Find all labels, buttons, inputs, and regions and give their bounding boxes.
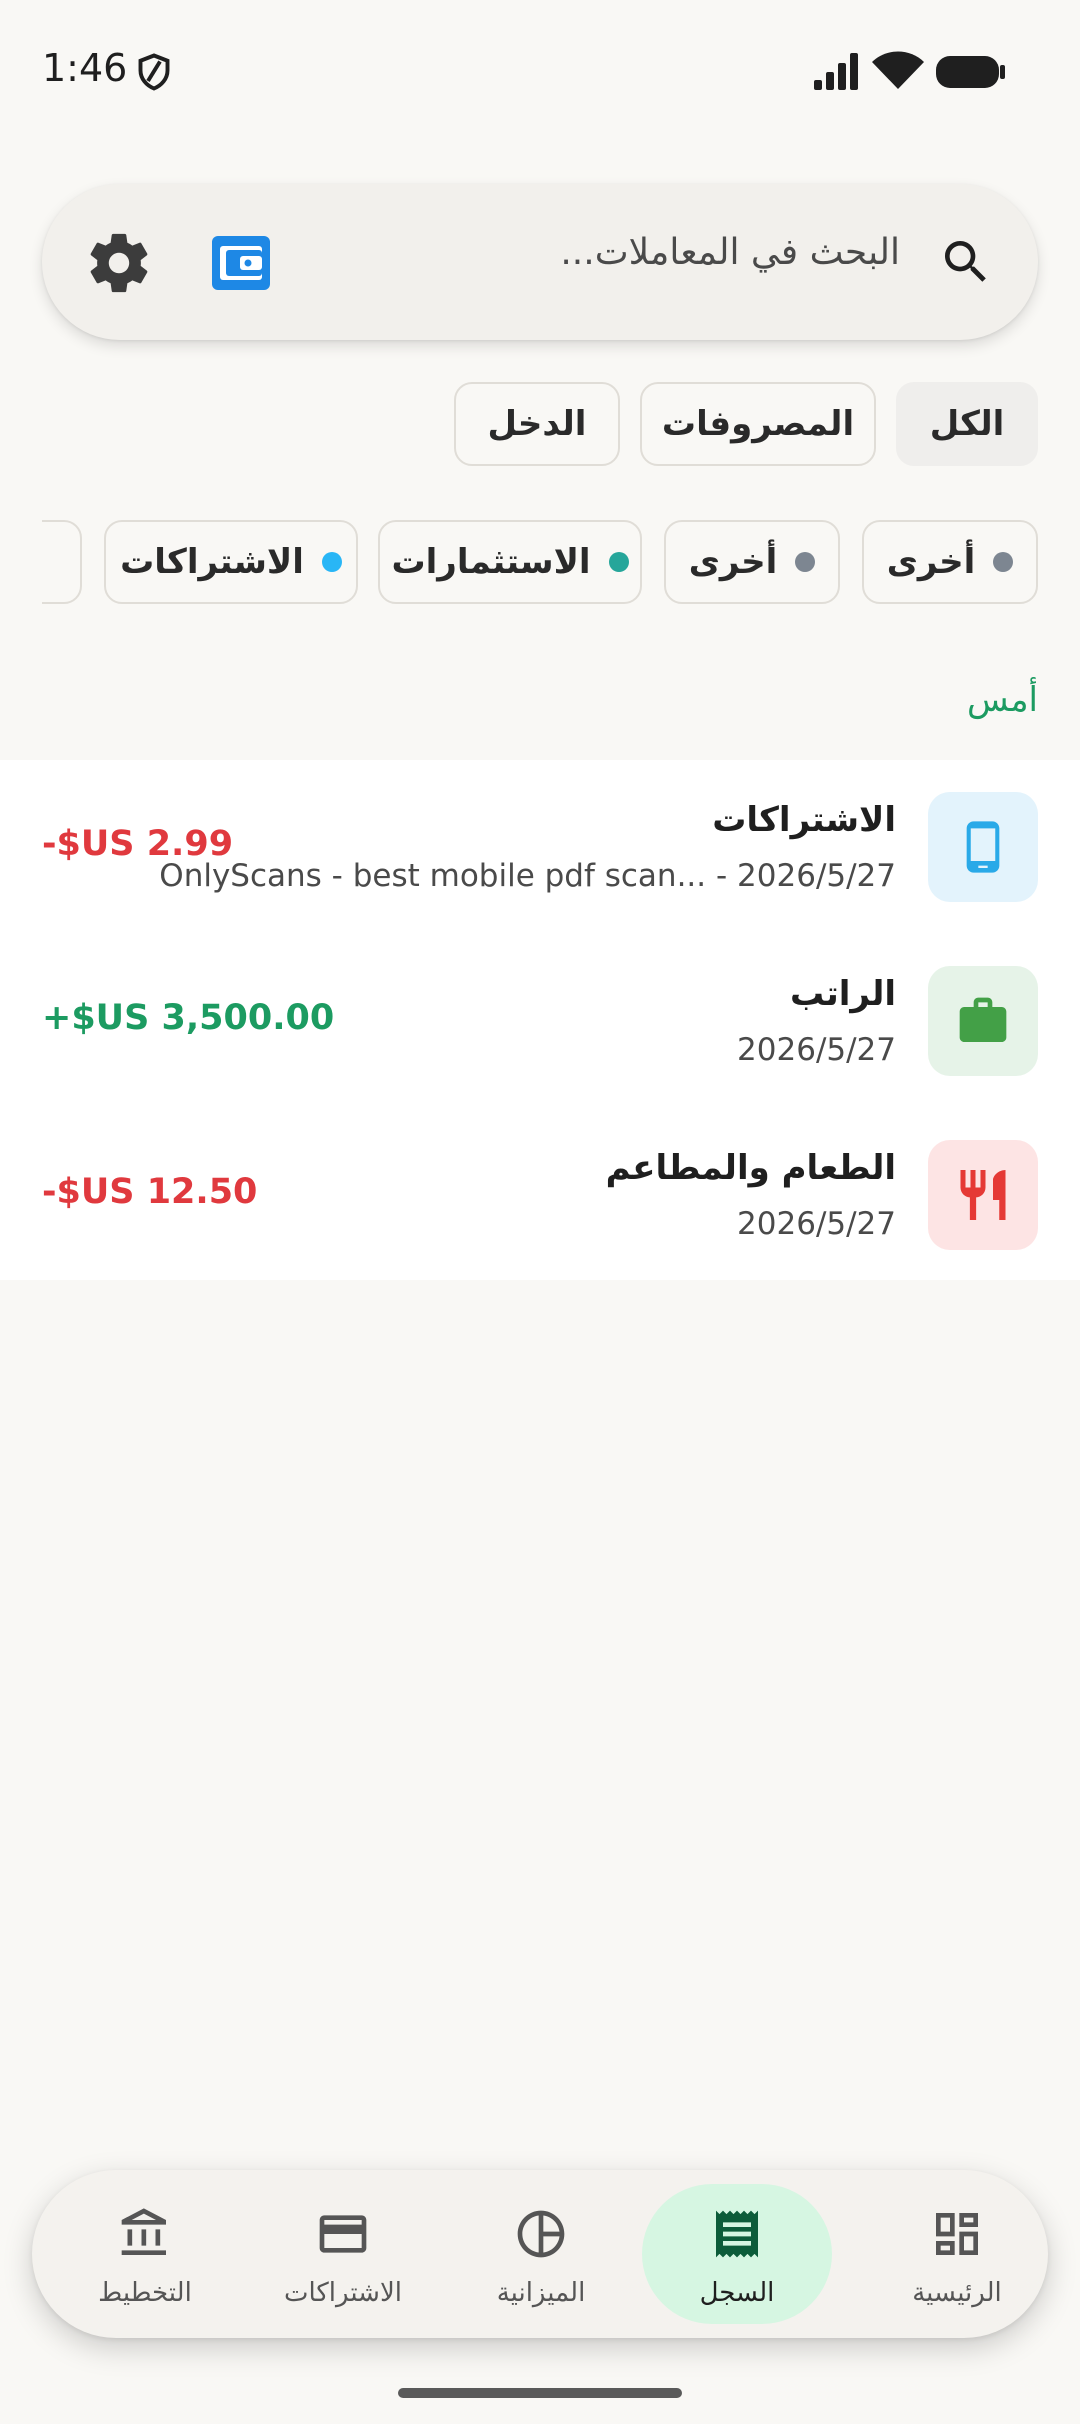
transaction-date: 2026/5/27 bbox=[737, 1206, 896, 1242]
transaction-amount: +$US 3,500.00 bbox=[42, 998, 335, 1038]
chip-dot bbox=[321, 552, 342, 572]
wifi-icon bbox=[872, 51, 924, 89]
briefcase-icon bbox=[928, 966, 1038, 1076]
gear-icon[interactable] bbox=[84, 228, 154, 298]
chip-label: الاستثمارات bbox=[391, 542, 591, 582]
list-item[interactable]: الاشتراكات OnlyScans - best mobile pdf s… bbox=[0, 760, 1080, 934]
chip-dot bbox=[608, 552, 629, 572]
restaurant-icon bbox=[928, 1140, 1038, 1250]
chip-dot bbox=[993, 552, 1014, 572]
chip-label: أخرى bbox=[886, 542, 976, 582]
transaction-title: الاشتراكات bbox=[712, 800, 896, 840]
chip-other-2[interactable]: أخرى bbox=[664, 520, 840, 604]
nav-label: السجل bbox=[699, 2278, 775, 2308]
transaction-list: الاشتراكات OnlyScans - best mobile pdf s… bbox=[0, 760, 1080, 1280]
bottom-navigation: الرئيسية السجل الميزانية الاشتراكات التخ… bbox=[32, 2170, 1048, 2338]
nav-subscriptions[interactable]: الاشتراكات bbox=[248, 2184, 438, 2324]
search-input[interactable]: البحث في المعاملات... bbox=[560, 232, 900, 273]
nav-label: التخطيط bbox=[98, 2278, 192, 2308]
pie-chart-icon bbox=[517, 2210, 565, 2258]
date-section-header: أمس bbox=[966, 680, 1038, 720]
transaction-title: الطعام والمطاعم bbox=[605, 1148, 896, 1188]
nav-label: الميزانية bbox=[496, 2278, 586, 2308]
nav-budget[interactable]: الميزانية bbox=[446, 2184, 636, 2324]
dashboard-icon bbox=[936, 2213, 978, 2255]
chip-dot bbox=[795, 552, 816, 572]
nav-planning[interactable]: التخطيط bbox=[50, 2184, 240, 2324]
category-chips: أخرى أخرى الاستثمارات الاشتراكات bbox=[42, 518, 1038, 608]
transaction-amount: -$US 12.50 bbox=[42, 1172, 258, 1212]
transaction-date: 2026/5/27 bbox=[737, 1032, 896, 1068]
chip-subscriptions[interactable]: الاشتراكات bbox=[104, 520, 358, 604]
status-time: 1:46 bbox=[42, 46, 128, 90]
transaction-amount: -$US 2.99 bbox=[42, 824, 234, 864]
battery-icon bbox=[936, 56, 1005, 88]
status-bar: 1:46 bbox=[0, 0, 1080, 140]
smartphone-icon bbox=[928, 792, 1038, 902]
chip-partial[interactable] bbox=[42, 520, 82, 604]
chip-investments[interactable]: الاستثمارات bbox=[378, 520, 642, 604]
search-icon[interactable] bbox=[938, 234, 994, 290]
receipt-icon bbox=[716, 2210, 758, 2258]
tab-expenses[interactable]: المصروفات bbox=[640, 382, 876, 466]
nav-history[interactable]: السجل bbox=[642, 2184, 832, 2324]
nav-label: الاشتراكات bbox=[283, 2278, 403, 2308]
wallet-icon[interactable] bbox=[212, 236, 270, 290]
chip-label: أخرى bbox=[688, 542, 778, 582]
chip-label: الاشتراكات bbox=[120, 542, 304, 582]
tab-all[interactable]: الكل bbox=[896, 382, 1038, 466]
search-bar[interactable]: البحث في المعاملات... bbox=[42, 184, 1038, 340]
transaction-subtitle: OnlyScans - best mobile pdf scan... - 20… bbox=[159, 858, 896, 894]
tab-income[interactable]: الدخل bbox=[454, 382, 620, 466]
chip-other-1[interactable]: أخرى bbox=[862, 520, 1038, 604]
credit-card-icon bbox=[319, 2215, 367, 2253]
bank-icon bbox=[121, 2208, 166, 2255]
home-indicator bbox=[398, 2388, 682, 2398]
transaction-title: الراتب bbox=[790, 974, 896, 1014]
shield-icon bbox=[138, 53, 170, 91]
list-item[interactable]: الراتب 2026/5/27 +$US 3,500.00 bbox=[0, 934, 1080, 1108]
list-item[interactable]: الطعام والمطاعم 2026/5/27 -$US 12.50 bbox=[0, 1108, 1080, 1282]
signal-icon bbox=[814, 53, 858, 90]
nav-home[interactable]: الرئيسية bbox=[862, 2184, 1052, 2324]
nav-label: الرئيسية bbox=[912, 2278, 1002, 2308]
